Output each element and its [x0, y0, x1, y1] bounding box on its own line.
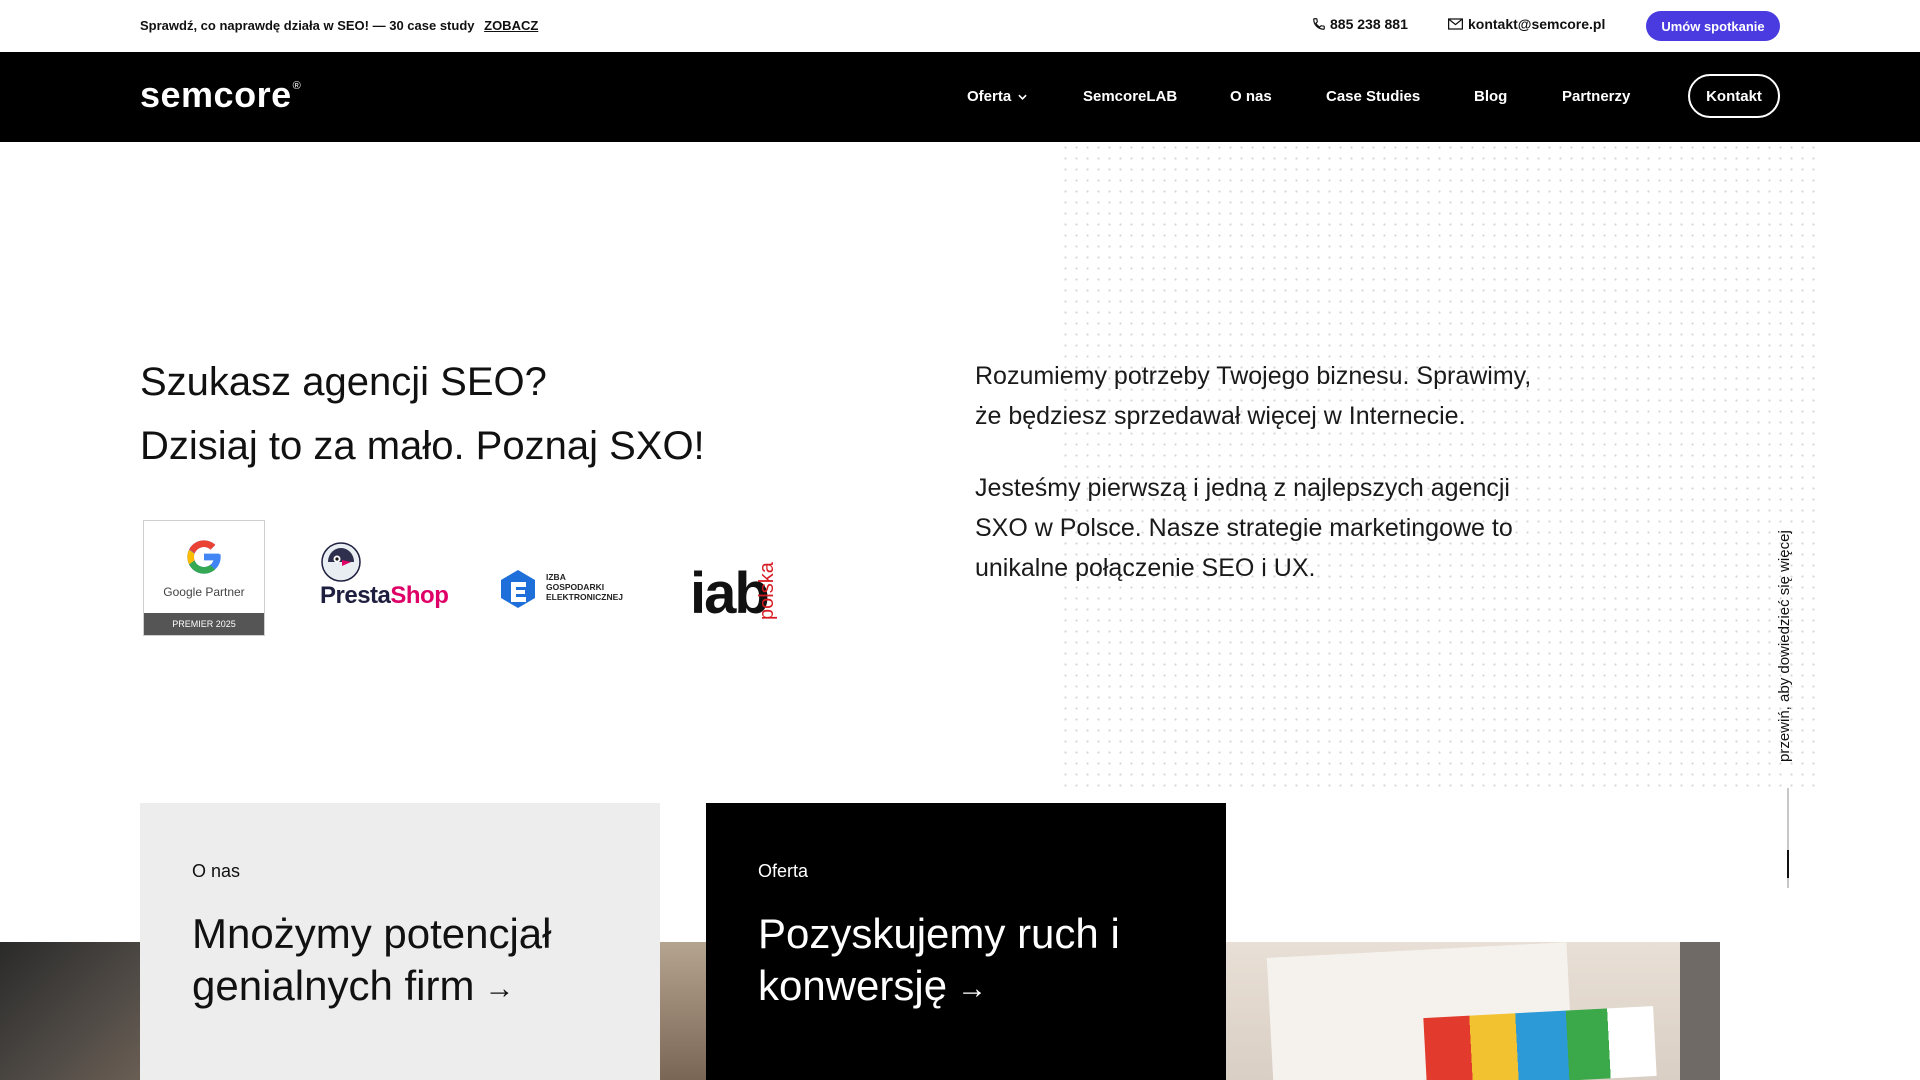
nav-item-o-nas[interactable]: O nas — [1230, 88, 1272, 105]
nav-item-case-studies[interactable]: Case Studies — [1326, 88, 1420, 105]
arrow-right-icon: → — [484, 971, 515, 1005]
prestashop-text-a: Presta — [320, 582, 391, 609]
semcore-logo[interactable]: semcore® — [140, 74, 301, 116]
phone-number: 885 238 881 — [1330, 16, 1408, 32]
hero-paragraph-1: Rozumiemy potrzeby Twojego biznesu. Spra… — [975, 362, 1532, 430]
iab-polska-text: polska — [756, 562, 778, 620]
google-g-icon — [187, 540, 221, 574]
offer-card[interactable]: Oferta Pozyskujemy ruch i konwersję → — [706, 803, 1226, 1080]
email-link[interactable]: kontakt@semcore.pl — [1448, 16, 1605, 32]
google-partner-badge: Google Partner PREMIER 2025 — [143, 520, 265, 636]
scroll-indicator — [1787, 788, 1789, 888]
nav-item-oferta[interactable]: Oferta — [967, 88, 1028, 105]
about-card[interactable]: O nas Mnożymy potencjał genialnych firm → — [140, 803, 660, 1080]
phone-icon — [1313, 18, 1325, 30]
promo-link[interactable]: ZOBACZ — [484, 18, 538, 33]
izba-e-icon — [501, 570, 535, 608]
izba-line-1: IZBA — [546, 572, 566, 582]
scroll-indicator-fill — [1787, 850, 1789, 878]
hero-description: Rozumiemy potrzeby Twojego biznesu. Spra… — [975, 356, 1535, 620]
prestashop-puffin-icon — [321, 542, 361, 582]
main-nav: semcore® Oferta SemcoreLAB O nas Case St… — [0, 52, 1920, 142]
offer-card-title: Pozyskujemy ruch i konwersję — [758, 910, 1120, 1009]
chevron-down-icon — [1018, 94, 1028, 100]
hero-title-line-2: Dzisiaj to za mało. Poznaj SXO! — [140, 424, 705, 468]
photo-segment-left — [0, 942, 140, 1080]
photo-book — [1423, 1006, 1657, 1080]
google-premier-label: PREMIER 2025 — [144, 613, 264, 635]
nav-item-label: Oferta — [967, 88, 1012, 105]
arrow-right-icon: → — [957, 971, 988, 1005]
photo-segment-middle — [660, 942, 706, 1080]
top-bar: Sprawdź, co naprawdę działa w SEO! — 30 … — [0, 0, 1920, 53]
izba-line-3: ELEKTRONICZNEJ — [546, 592, 623, 602]
schedule-meeting-button[interactable]: Umów spotkanie — [1646, 11, 1780, 41]
email-address: kontakt@semcore.pl — [1468, 16, 1606, 32]
photo-edge — [1680, 942, 1720, 1080]
google-partner-label: Google Partner — [163, 585, 245, 599]
izba-gospodarki-logo: IZBA GOSPODARKI ELEKTRONICZNEJ — [498, 568, 623, 615]
scroll-hint: przewiń, aby dowiedzieć się więcej — [1776, 530, 1793, 762]
promo-banner: Sprawdź, co naprawdę działa w SEO! — 30 … — [140, 18, 538, 33]
logo-text: semcore — [140, 74, 292, 115]
phone-link[interactable]: 885 238 881 — [1312, 16, 1408, 32]
hero-paragraph-2: Jesteśmy pierwszą i jedną z najlepszych … — [975, 474, 1513, 582]
iab-polska-logo: iab polska — [690, 530, 800, 630]
izba-line-2: GOSPODARKI — [546, 582, 605, 592]
nav-item-semcorelab[interactable]: SemcoreLAB — [1083, 88, 1177, 105]
promo-text: Sprawdź, co naprawdę działa w SEO! — 30 … — [140, 18, 475, 33]
nav-item-partnerzy[interactable]: Partnerzy — [1562, 88, 1630, 105]
contact-button[interactable]: Kontakt — [1688, 74, 1780, 118]
offer-card-label: Oferta — [758, 861, 809, 881]
nav-item-blog[interactable]: Blog — [1474, 88, 1507, 105]
mail-icon — [1448, 18, 1463, 30]
hero-title-line-1: Szukasz agencji SEO? — [140, 360, 547, 404]
hero-heading: Szukasz agencji SEO? Dzisiaj to za mało.… — [140, 350, 705, 478]
logo-registered-mark: ® — [292, 80, 302, 92]
prestashop-text-b: Shop — [390, 582, 449, 609]
about-card-label: O nas — [192, 861, 241, 881]
